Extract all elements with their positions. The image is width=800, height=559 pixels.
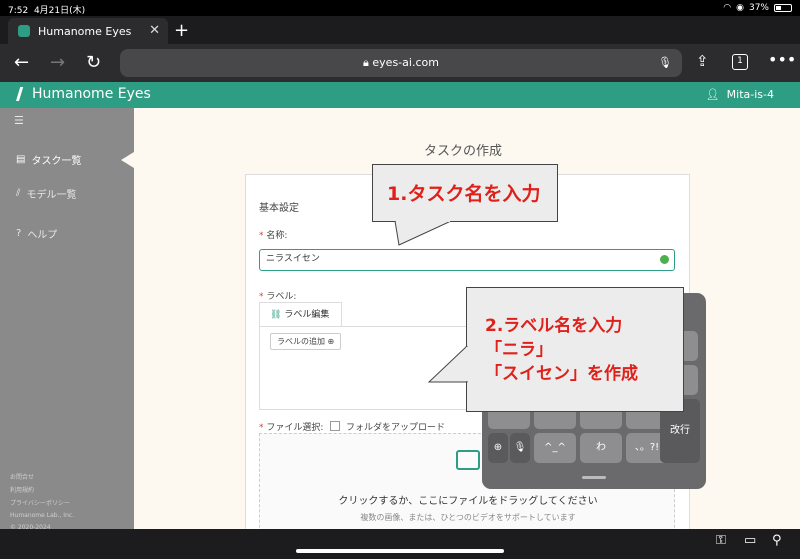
inbox-icon	[456, 450, 480, 470]
wifi-icon: ◠	[723, 3, 732, 13]
forward-icon[interactable]: →	[50, 52, 65, 73]
drop-support-note: 複数の画像、または、ひとつのビデオをサポートしています	[360, 513, 576, 522]
chart-icon: ⫽	[16, 188, 21, 199]
favicon-icon	[18, 25, 30, 37]
key-icon[interactable]: ⚿	[716, 533, 726, 548]
status-bar: 7:52 4月21日(木) ◠ ◉ 37%	[0, 0, 800, 16]
callout-1-pointer	[394, 221, 452, 246]
globe-icon[interactable]: ⊕	[488, 433, 508, 463]
plus-circle-icon: ⊕	[327, 337, 335, 346]
footer-link-privacy[interactable]: プライバシーポリシー	[10, 498, 70, 507]
new-tab-icon[interactable]: +	[174, 20, 189, 41]
callout-step-1: 1.タスク名を入力	[372, 164, 558, 222]
battery-percent: 37%	[748, 3, 769, 13]
help-icon: ?	[16, 228, 22, 239]
footer-company: Humanome Lab., Inc.	[10, 512, 75, 519]
status-time: 7:52 4月21日(木)	[8, 6, 86, 16]
card-icon[interactable]: ▭	[744, 533, 756, 548]
status-right: ◠ ◉ 37%	[723, 3, 792, 13]
sidebar-item-help[interactable]: ? ヘルプ	[16, 226, 57, 241]
footer-link-contact[interactable]: お問合せ	[10, 472, 34, 481]
battery-icon	[774, 4, 792, 12]
folder-upload-label: フォルダをアップロード	[346, 423, 446, 433]
tab-label-edit[interactable]: ⛓︎ ラベル編集	[259, 302, 342, 327]
location-icon[interactable]: ⚲	[772, 533, 782, 548]
close-tab-icon[interactable]: ✕	[149, 23, 160, 38]
task-name-input[interactable]: ニラスイセン	[259, 249, 675, 271]
add-label-button[interactable]: ラベルの追加 ⊕	[270, 333, 342, 350]
user-name: Mita-is-4	[726, 88, 774, 101]
key-kaomoji[interactable]: ^_^	[534, 433, 576, 463]
sidebar-item-tasks[interactable]: ▤ タスク一覧	[16, 152, 81, 167]
callout-2-pointer	[428, 346, 468, 383]
more-icon[interactable]: •••	[768, 50, 796, 69]
tab-count-button[interactable]: 1	[732, 54, 748, 70]
active-indicator	[121, 152, 134, 168]
name-label: * 名称:	[259, 231, 288, 241]
lock-icon: 🔒︎	[363, 56, 369, 69]
brand-name: Humanome Eyes	[32, 86, 151, 102]
label-label: * ラベル:	[259, 292, 297, 302]
bottom-toolbar: ⚿ ▭ ⚲	[0, 529, 800, 559]
page-title: タスクの作成	[424, 144, 503, 159]
tab-title: Humanome Eyes	[38, 24, 132, 38]
dictation-icon[interactable]: 🎙︎	[510, 433, 530, 463]
url-bar[interactable]: 🔒︎ eyes-ai.com 🎙︎	[120, 49, 682, 77]
menu-toggle-icon[interactable]: ☰	[14, 114, 24, 127]
mic-icon[interactable]: 🎙︎	[658, 49, 672, 77]
sidebar: ☰ ▤ タスク一覧 ⫽ モデル一覧 ? ヘルプ お問合せ 利用規約 プライバシー…	[0, 108, 134, 531]
rotation-lock-icon: ◉	[736, 3, 744, 13]
file-label: * ファイル選択:	[259, 423, 324, 433]
valid-check-icon	[660, 255, 669, 264]
app-logo[interactable]: Humanome Eyes	[16, 86, 151, 102]
callout-step-2: 2.ラベル名を入力 「ニラ」 「スイセン」を作成	[466, 287, 684, 412]
reload-icon[interactable]: ↻	[86, 52, 101, 73]
keyboard-drag-handle[interactable]	[582, 476, 606, 479]
user-icon: 👤︎	[705, 88, 720, 101]
share-icon[interactable]: ⇪	[696, 52, 709, 70]
folder-upload-checkbox[interactable]	[330, 421, 340, 431]
list-icon: ▤	[16, 154, 26, 165]
drop-instructions: クリックするか、ここにファイルをドラッグしてください	[338, 496, 598, 507]
app-header: Humanome Eyes 👤︎ Mita-is-4	[0, 82, 800, 108]
browser-nav-bar: ← → ↻ 🔒︎ eyes-ai.com 🎙︎ ⇪ 1 •••	[0, 44, 800, 82]
browser-tab-strip: Humanome Eyes ✕ +	[0, 16, 800, 44]
section-title: 基本設定	[259, 203, 299, 214]
home-indicator[interactable]	[296, 549, 504, 553]
url-text: eyes-ai.com	[372, 56, 439, 69]
logo-mark-icon	[16, 87, 24, 101]
footer-link-terms[interactable]: 利用規約	[10, 485, 34, 494]
user-menu[interactable]: 👤︎ Mita-is-4	[706, 88, 774, 101]
browser-tab[interactable]: Humanome Eyes ✕	[8, 18, 168, 44]
key-wa[interactable]: わ	[580, 433, 622, 463]
sidebar-item-models[interactable]: ⫽ モデル一覧	[16, 186, 76, 201]
tag-icon: ⛓︎	[270, 310, 282, 320]
back-icon[interactable]: ←	[14, 52, 29, 73]
